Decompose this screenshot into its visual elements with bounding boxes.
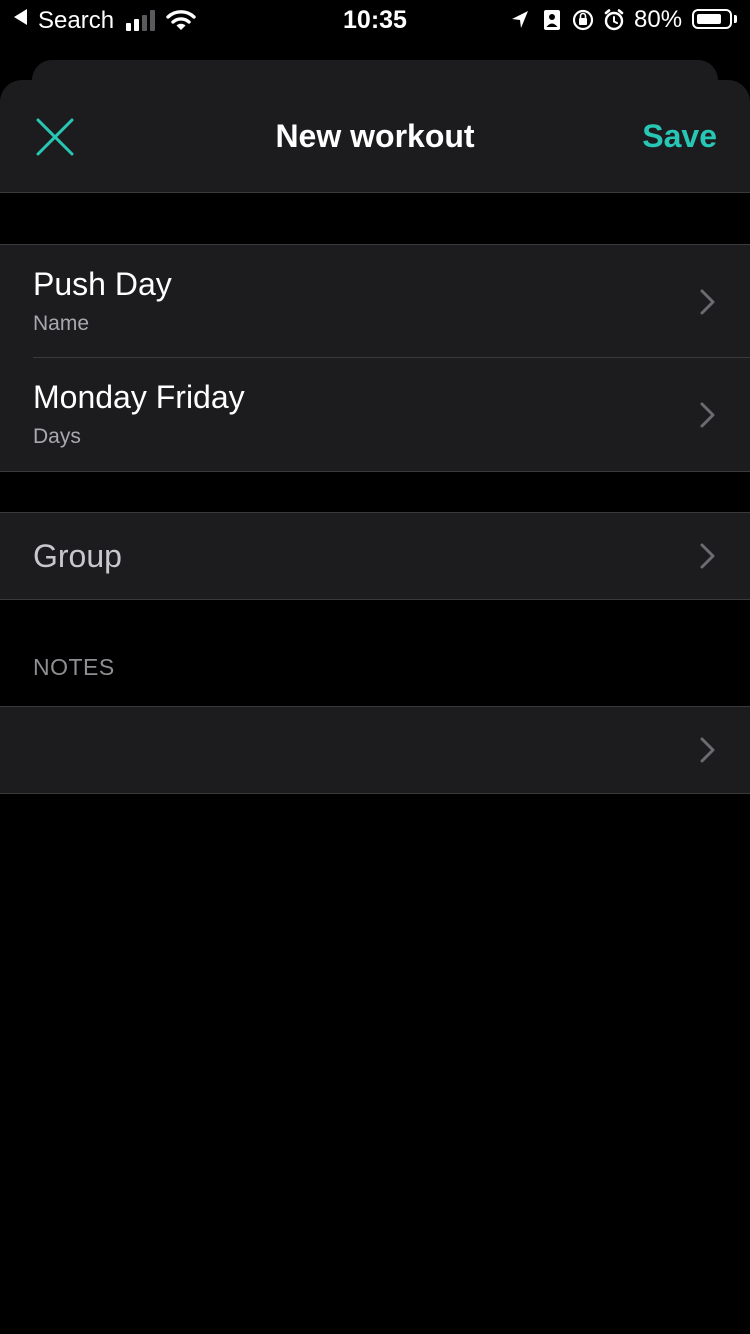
- page-title: New workout: [275, 118, 475, 154]
- new-workout-sheet: New workout Save Push Day Name Monday Fr…: [0, 80, 750, 1334]
- name-value: Push Day: [33, 266, 172, 302]
- battery-fill: [697, 14, 721, 24]
- status-icons: [512, 9, 624, 31]
- save-button[interactable]: Save: [642, 116, 717, 156]
- navigation-bar: New workout Save: [0, 80, 750, 193]
- status-bar: Search 10:35 80%: [0, 0, 750, 40]
- name-row[interactable]: Push Day Name: [0, 245, 750, 358]
- chevron-right-icon: [700, 289, 715, 315]
- notes-section-header: NOTES: [33, 654, 115, 680]
- chevron-right-icon: [700, 402, 715, 428]
- details-section: Push Day Name Monday Friday Days: [0, 244, 750, 472]
- chevron-right-icon: [700, 737, 715, 763]
- days-row[interactable]: Monday Friday Days: [0, 358, 750, 471]
- location-arrow-icon: [512, 11, 528, 28]
- days-label: Days: [33, 425, 81, 448]
- alarm-clock-icon: [604, 9, 624, 31]
- orientation-lock-icon: [572, 9, 594, 31]
- chevron-right-icon: [700, 543, 715, 569]
- notes-row[interactable]: [0, 707, 750, 793]
- name-label: Name: [33, 312, 90, 335]
- group-section: Group: [0, 512, 750, 600]
- group-placeholder: Group: [33, 538, 122, 574]
- battery-icon: [692, 9, 732, 29]
- battery-percent: 80%: [634, 6, 683, 33]
- notes-section: [0, 706, 750, 794]
- days-value: Monday Friday: [33, 379, 245, 415]
- battery-tip: [734, 15, 737, 23]
- portrait-id-icon: [544, 10, 560, 30]
- group-row[interactable]: Group: [0, 513, 750, 599]
